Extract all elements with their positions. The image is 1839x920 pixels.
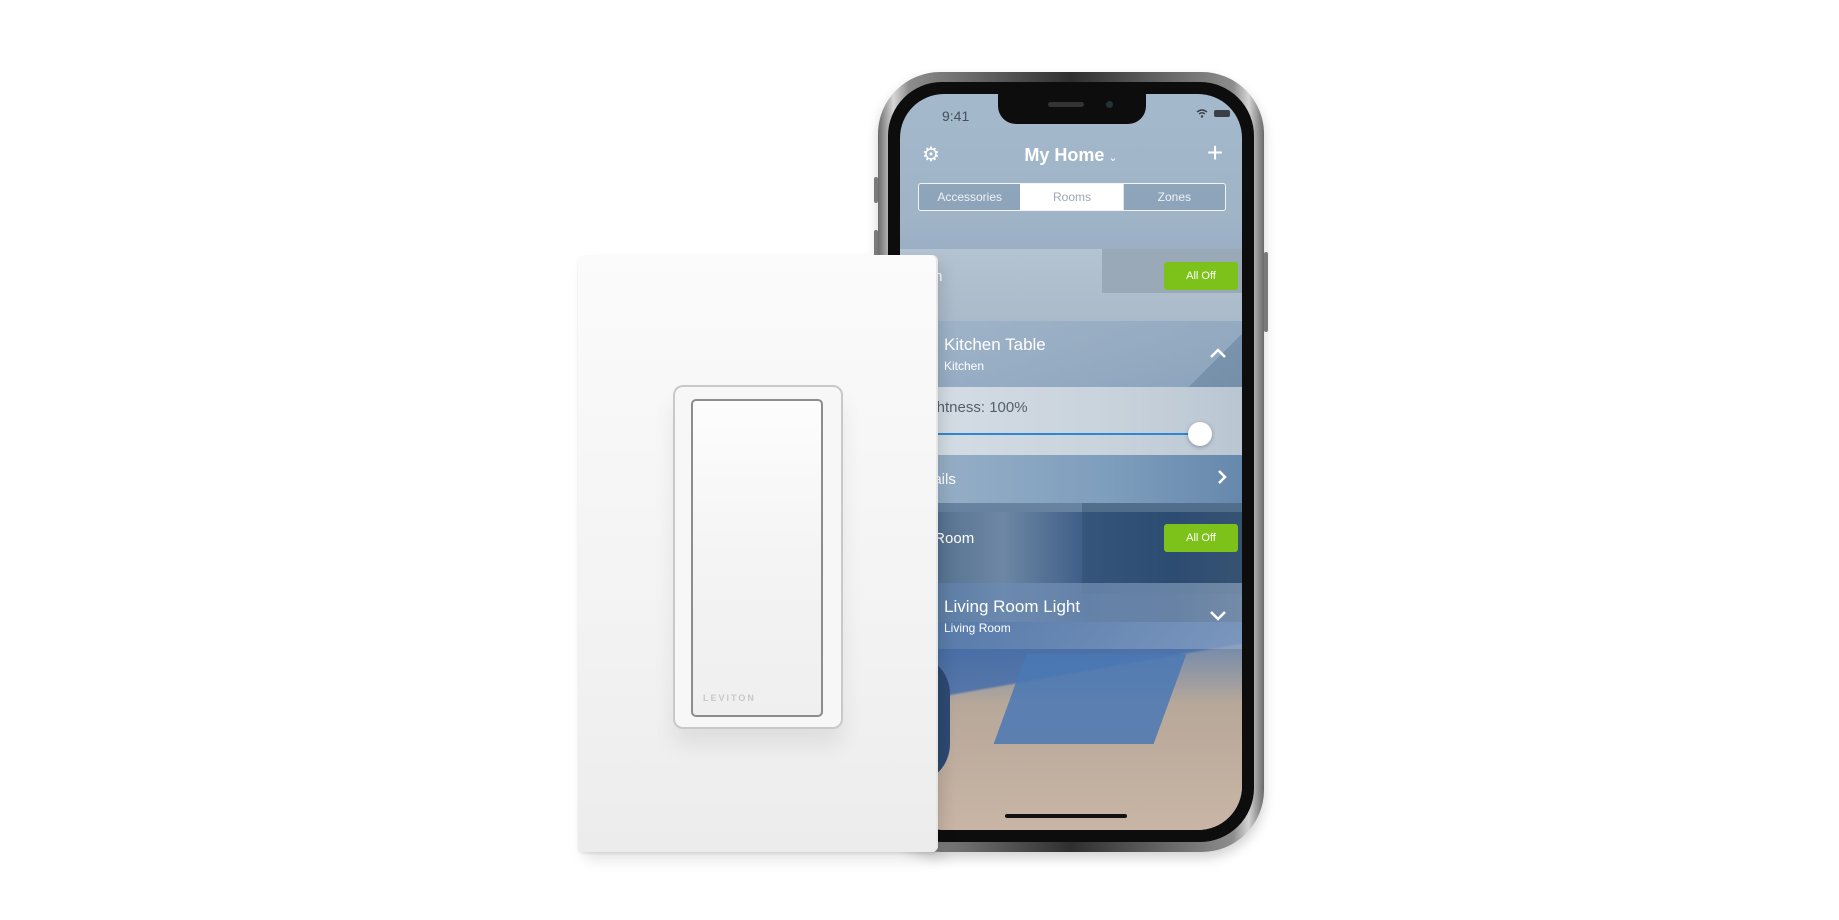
chevron-right-icon xyxy=(1216,468,1228,492)
power-button xyxy=(1264,252,1268,332)
room-header-kitchen: chen All Off xyxy=(900,254,1242,300)
device-room: Living Room xyxy=(944,621,1011,635)
earpiece-speaker xyxy=(1048,102,1084,107)
nav-bar: ⚙ My Home ⌄ + xyxy=(900,134,1242,178)
wall-plate: LEVITON xyxy=(578,255,938,852)
rug-photo xyxy=(993,654,1187,744)
status-bar: 9:41 xyxy=(900,94,1242,134)
device-name: Kitchen Table xyxy=(944,335,1046,354)
home-selector[interactable]: My Home ⌄ xyxy=(900,145,1242,166)
plus-icon[interactable]: + xyxy=(1202,138,1228,168)
view-tabs: Accessories Rooms Zones xyxy=(918,183,1226,211)
rocker-frame: LEVITON xyxy=(673,385,843,729)
battery-icon xyxy=(1214,110,1230,117)
device-row-kitchen-table[interactable]: Kitchen Table Kitchen xyxy=(900,321,1242,387)
wifi-icon xyxy=(1196,109,1208,118)
chevron-down-icon: ⌄ xyxy=(1108,152,1118,164)
brightness-slider-track[interactable] xyxy=(900,433,1198,435)
device-name: Living Room Light xyxy=(944,597,1081,616)
rocker-switch[interactable]: LEVITON xyxy=(691,399,823,717)
brightness-panel: Brightness: 100% xyxy=(900,387,1242,455)
silent-switch xyxy=(874,177,878,203)
room-header-living-room: ing Room All Off xyxy=(900,516,1242,562)
device-row-living-room-light[interactable]: Living Room Light Living Room xyxy=(900,583,1242,649)
device-room: Kitchen xyxy=(944,359,985,373)
home-indicator[interactable] xyxy=(1005,814,1127,818)
brand-logo: LEVITON xyxy=(703,693,756,703)
chevron-up-icon[interactable] xyxy=(1208,343,1228,363)
tab-accessories[interactable]: Accessories xyxy=(919,184,1021,210)
all-off-button[interactable]: All Off xyxy=(1164,262,1238,290)
tab-rooms[interactable]: Rooms xyxy=(1020,184,1123,210)
notch xyxy=(998,94,1146,124)
home-title: My Home xyxy=(1024,145,1105,165)
status-time: 9:41 xyxy=(942,108,970,124)
all-off-button[interactable]: All Off xyxy=(1164,524,1238,552)
details-row[interactable]: Details xyxy=(900,455,1242,503)
app-screen: 9:41 ⚙ My Home ⌄ + Accessories Rooms Zone… xyxy=(900,94,1242,830)
chevron-down-icon[interactable] xyxy=(1208,605,1228,625)
tab-zones[interactable]: Zones xyxy=(1122,184,1225,210)
brightness-slider-thumb[interactable] xyxy=(1188,422,1212,446)
front-camera xyxy=(1106,101,1113,108)
